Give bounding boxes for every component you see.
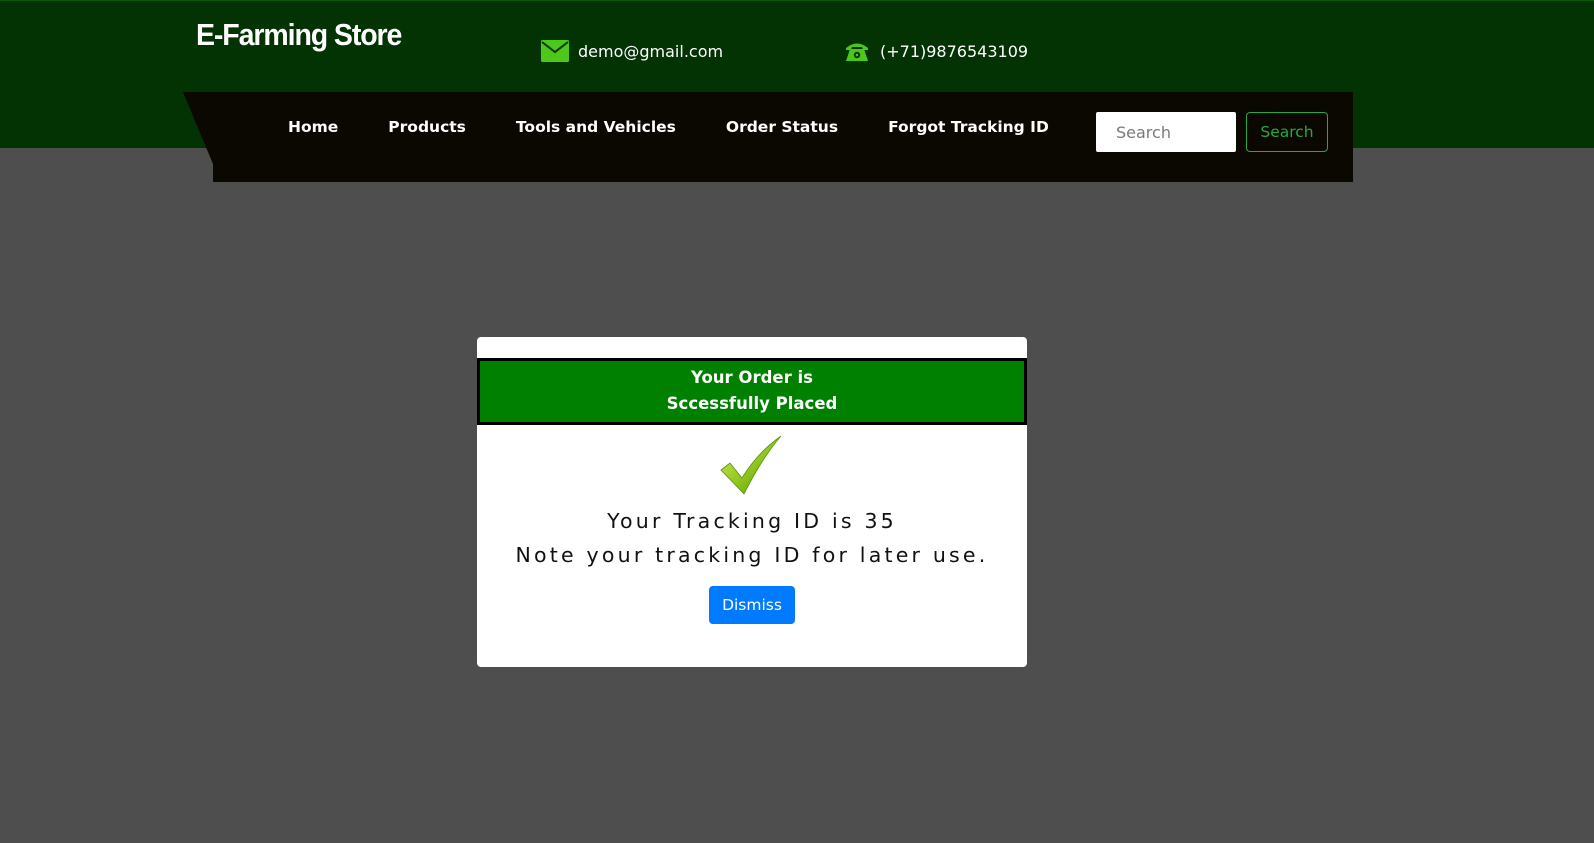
envelope-icon: [541, 39, 569, 63]
checkmark-icon: [720, 435, 782, 496]
main-navbar: Home Products Tools and Vehicles Order S…: [183, 92, 1353, 182]
contact-phone: (+71)9876543109: [843, 39, 1028, 63]
contact-email: demo@gmail.com: [541, 39, 723, 63]
nav-item-products[interactable]: Products: [388, 118, 466, 136]
search-input[interactable]: [1096, 112, 1236, 152]
site-brand[interactable]: E-Farming Store: [196, 17, 402, 53]
email-text: demo@gmail.com: [578, 41, 724, 61]
dismiss-button[interactable]: Dismiss: [709, 586, 795, 624]
order-success-modal: Your Order is Sccessfully Placed Your Tr…: [477, 337, 1027, 667]
search-button[interactable]: Search: [1246, 112, 1328, 152]
telephone-icon: [843, 39, 871, 63]
phone-text: (+71)9876543109: [880, 41, 1029, 61]
nav-item-tools-and-vehicles[interactable]: Tools and Vehicles: [516, 118, 676, 136]
modal-title-line-1: Your Order is: [691, 368, 813, 387]
nav-menu: Home Products Tools and Vehicles Order S…: [288, 118, 1099, 136]
nav-item-home[interactable]: Home: [288, 118, 338, 136]
nav-item-forgot-tracking-id[interactable]: Forgot Tracking ID: [888, 118, 1049, 136]
tracking-id-text: Your Tracking ID is 35: [607, 509, 897, 533]
nav-item-order-status[interactable]: Order Status: [726, 118, 838, 136]
modal-title-line-2: Sccessfully Placed: [666, 394, 838, 413]
modal-title: Your Order is Sccessfully Placed: [477, 358, 1027, 425]
tracking-note-text: Note your tracking ID for later use.: [515, 543, 989, 567]
